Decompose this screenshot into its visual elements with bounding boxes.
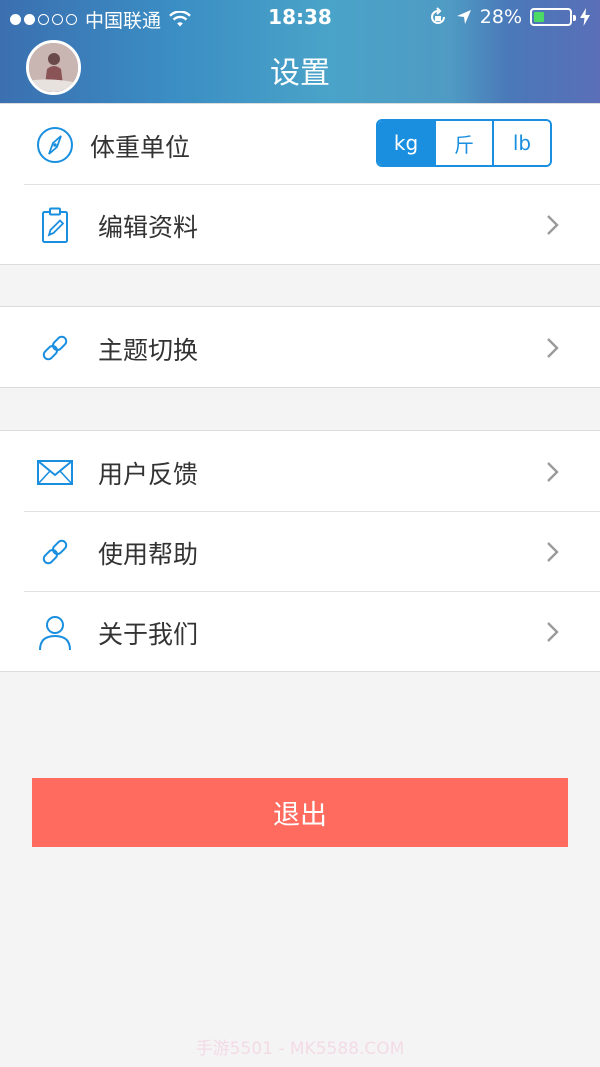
theme-switch-label: 主题切换 [98,336,199,365]
weight-unit-label: 体重单位 [90,133,191,162]
chevron-right-icon [547,622,559,642]
unit-option-kg[interactable]: kg [378,121,434,165]
nav-header: 中国联通 18:38 28% 设置 [0,0,600,103]
chevron-right-icon [547,215,559,235]
help-row[interactable]: 使用帮助 [0,511,600,591]
location-arrow-icon [456,10,471,24]
status-bar: 中国联通 18:38 28% [0,0,600,34]
user-icon [39,616,71,651]
battery-level [534,12,544,22]
mail-icon [37,460,73,485]
settings-group-theme: 主题切换 [0,306,600,388]
link-icon [42,335,68,361]
clipboard-edit-icon [42,207,68,243]
charging-icon [580,8,590,26]
edit-profile-label: 编辑资料 [98,213,199,242]
page-title: 设置 [270,56,330,91]
logout-button[interactable]: 退出 [32,778,568,847]
chevron-right-icon [547,338,559,358]
chevron-right-icon [547,542,559,562]
about-us-label: 关于我们 [98,620,199,649]
theme-switch-row[interactable]: 主题切换 [0,307,600,387]
about-us-row[interactable]: 关于我们 [0,591,600,671]
rotation-lock-icon [430,7,445,24]
compass-icon [37,127,73,163]
settings-group-support: 用户反馈 使用帮助 关于我们 [0,430,600,672]
feedback-row[interactable]: 用户反馈 [0,431,600,511]
unit-option-lb[interactable]: lb [492,121,550,165]
feedback-label: 用户反馈 [98,460,199,489]
weight-unit-selector[interactable]: kg 斤 lb [376,119,552,167]
chevron-right-icon [547,462,559,482]
link-icon [42,539,68,565]
battery-percent: 28% [479,6,522,28]
edit-profile-row[interactable]: 编辑资料 [0,184,600,264]
battery-icon [530,8,576,26]
watermark: 手游5501 - MK5588.COM [195,1039,405,1059]
unit-option-jin[interactable]: 斤 [434,121,492,165]
help-label: 使用帮助 [98,540,199,569]
status-right: 28% [428,6,590,28]
